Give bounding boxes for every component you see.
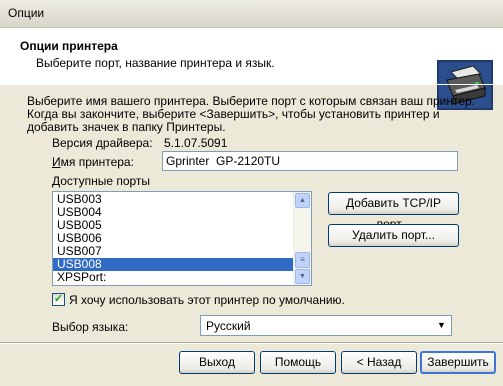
printer-name-field[interactable] [162, 151, 458, 171]
scroll-up-button[interactable]: ▲ [295, 193, 310, 208]
available-ports-label: Доступные порты [52, 174, 151, 188]
scroll-thumb[interactable]: ≡ [295, 252, 310, 268]
printer-name-label: Имя принтера: [52, 155, 134, 169]
ports-scrollbar[interactable]: ▲ ≡ ▼ [293, 192, 311, 285]
instructions-text: Выберите имя вашего принтера. Выберите п… [27, 94, 476, 134]
finish-button[interactable]: Завершить [420, 351, 496, 374]
help-button[interactable]: Помощь [260, 351, 336, 374]
port-list-item[interactable]: XPSPort: [53, 271, 311, 284]
language-label: Выбор языка: [52, 320, 129, 334]
header-subtitle: Выберите порт, название принтера и язык. [36, 56, 275, 70]
options-dialog: Опции Опции принтера Выберите порт, назв… [0, 0, 503, 386]
header-panel: Опции принтера Выберите порт, название п… [0, 28, 503, 110]
back-button[interactable]: < Назад [341, 351, 417, 374]
chevron-down-icon[interactable]: ▼ [433, 317, 450, 334]
footer-divider-highlight [0, 343, 503, 344]
driver-version-value: 5.1.07.5091 [164, 136, 228, 150]
printer-name-label-text: мя принтера: [60, 155, 134, 169]
header-divider [0, 84, 503, 85]
default-printer-checkbox[interactable]: ✓ [52, 293, 65, 306]
window-title: Опции [8, 6, 45, 20]
exit-button[interactable]: Выход [179, 351, 255, 374]
ports-listbox[interactable]: USB003 USB004 USB005 USB006 USB007 USB008 XPSP… [52, 191, 312, 286]
header-title: Опции принтера [20, 39, 118, 53]
title-bar[interactable]: Опции [0, 0, 503, 28]
driver-version-label: Версия драйвера: [52, 136, 153, 150]
scroll-down-button[interactable]: ▼ [295, 269, 310, 284]
language-value: Русский [206, 319, 251, 333]
printer-name-input[interactable] [163, 152, 457, 170]
language-select[interactable]: Русский ▼ [200, 315, 452, 336]
ports-list: USB003 USB004 USB005 USB006 USB007 USB008 XPSP… [53, 193, 311, 284]
add-tcpip-port-button[interactable]: Добавить TCP/IP порт... [328, 192, 459, 231]
default-printer-label: Я хочу использовать этот принтер по умол… [69, 293, 345, 307]
delete-port-button[interactable]: Удалить порт... [328, 224, 459, 247]
